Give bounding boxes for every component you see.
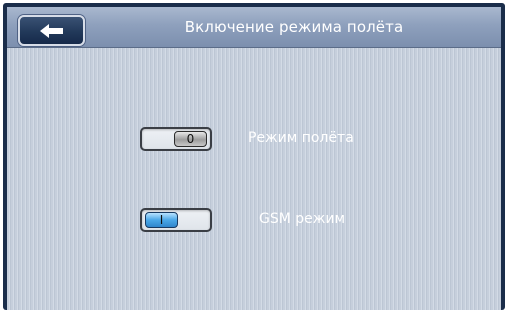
back-button[interactable] — [18, 15, 85, 46]
gsm-mode-toggle-knob: I — [145, 212, 178, 228]
flight-mode-toggle[interactable]: 0 — [140, 127, 212, 151]
window-frame: Включение режима полёта 0 Режим полёта I… — [3, 3, 505, 310]
gsm-mode-label: GSM режим — [259, 211, 346, 227]
back-arrow-icon — [39, 23, 65, 39]
setting-row-flight-mode: 0 Режим полёта — [7, 127, 501, 157]
gsm-mode-toggle[interactable]: I — [140, 208, 212, 232]
header-bar: Включение режима полёта — [7, 7, 501, 48]
setting-row-gsm-mode: I GSM режим — [7, 208, 501, 238]
settings-panel: 0 Режим полёта I GSM режим — [7, 48, 501, 310]
flight-mode-toggle-knob: 0 — [174, 131, 207, 147]
flight-mode-label: Режим полёта — [248, 130, 354, 146]
page-title: Включение режима полёта — [184, 18, 404, 36]
